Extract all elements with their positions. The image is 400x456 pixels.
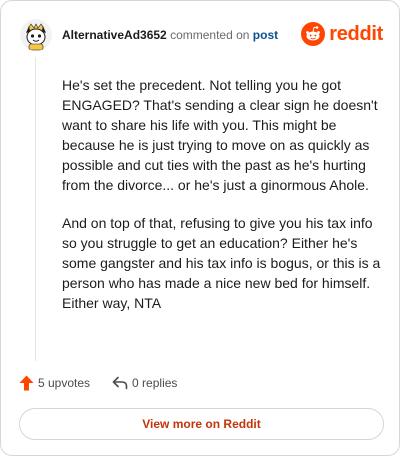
author-name[interactable]: AlternativeAd3652 [62,28,167,42]
reddit-logo[interactable]: reddit [301,22,383,46]
comment-paragraph: And on top of that, refusing to give you… [62,215,381,311]
reddit-logo-icon [301,22,326,46]
upvote-arrow-icon [19,375,34,391]
comment-paragraph: He's set the precedent. Not telling you … [62,77,378,193]
reply-count: 0 replies [132,376,178,390]
comment-embed-card: AlternativeAd3652 commented on post redd… [0,0,400,456]
comment-actions: 5 upvotes 0 replies [19,373,177,393]
comment-header: AlternativeAd3652 commented on post redd… [20,18,383,52]
avatar[interactable] [20,19,52,51]
upvote-button[interactable]: 5 upvotes [19,375,90,391]
comment-body: He's set the precedent. Not telling you … [62,75,382,331]
thread-line [35,57,36,361]
reply-arrow-icon [112,376,128,390]
replies-button[interactable]: 0 replies [112,376,177,390]
reddit-wordmark: reddit [329,22,383,45]
avatar-icon [20,19,52,51]
post-link[interactable]: post [253,28,278,42]
commented-on-label: commented on [170,28,250,42]
comment-meta: AlternativeAd3652 commented on post [62,28,278,42]
upvote-count: 5 upvotes [38,376,91,390]
view-more-on-reddit-button[interactable]: View more on Reddit [19,408,384,440]
